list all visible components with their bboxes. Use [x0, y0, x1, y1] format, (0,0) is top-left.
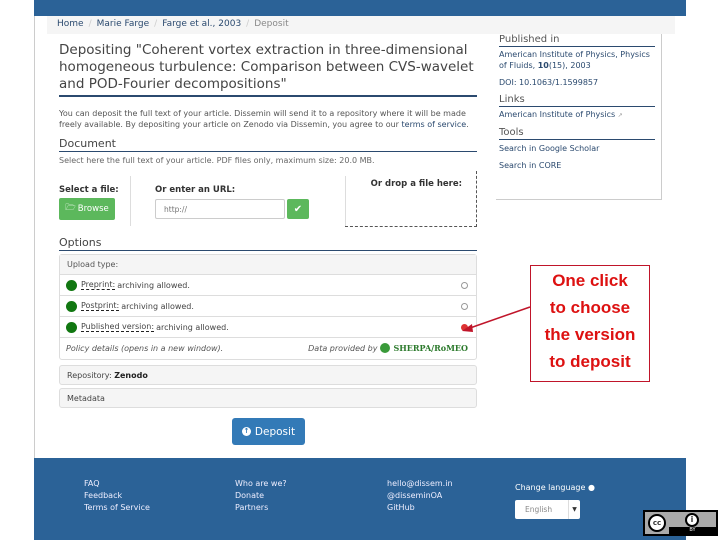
callout-line: to deposit [549, 352, 631, 371]
tools-heading: Tools [499, 127, 655, 140]
published-in-heading: Published in [499, 34, 655, 47]
footer-col-help: FAQ Feedback Terms of Service [84, 478, 150, 514]
metadata-panel[interactable]: Metadata [59, 388, 477, 408]
google-scholar-link[interactable]: Search in Google Scholar [499, 143, 655, 154]
deposit-button[interactable]: ↑ Deposit [232, 418, 305, 445]
page-title: Depositing "Coherent vortex extraction i… [59, 42, 477, 97]
status-dot-icon [66, 300, 77, 312]
attribution-icon: i [685, 513, 699, 527]
core-link[interactable]: Search in CORE [499, 160, 655, 171]
github-link[interactable]: GitHub [387, 502, 453, 514]
upload-type-panel: Upload type: Preprint: archiving allowed… [59, 254, 477, 360]
publisher-link[interactable]: American Institute of Physics ↗ [499, 109, 655, 121]
external-link-icon: ↗ [617, 112, 623, 119]
language-value: English [525, 505, 553, 514]
partners-link[interactable]: Partners [235, 502, 287, 514]
footer: FAQ Feedback Terms of Service Who are we… [34, 458, 686, 540]
page-container: Home / Marie Farge / Farge et al., 2003/Depo… [34, 16, 686, 458]
terms-of-service-link[interactable]: terms of service [402, 120, 467, 129]
repository-value: Zenodo [114, 371, 148, 380]
callout-line: One click [552, 271, 628, 290]
cc-by-license-badge: cc i BY [643, 510, 718, 536]
provided-by-label: Data provided by [308, 343, 378, 353]
chevron-down-icon: ▼ [568, 500, 580, 519]
version-radio[interactable] [461, 302, 468, 310]
file-dropzone[interactable]: Or drop a file here: [345, 171, 477, 227]
annotation-callout: One click to choose the version to depos… [530, 265, 650, 382]
breadcrumb-paper[interactable]: Farge et al., 2003 [162, 19, 241, 29]
metadata-label: Metadata [67, 394, 105, 403]
browse-button[interactable]: 🗁 Browse [59, 198, 115, 220]
publisher-link-label: American Institute of Physics [499, 110, 616, 119]
document-description: Select here the full text of your articl… [59, 156, 375, 165]
url-input[interactable] [155, 199, 285, 219]
donate-link[interactable]: Donate [235, 490, 287, 502]
language-select[interactable]: English ▼ [515, 500, 580, 519]
who-are-we-link[interactable]: Who are we? [235, 478, 287, 490]
links-heading: Links [499, 94, 655, 107]
deposit-label: Deposit [254, 425, 296, 438]
repository-panel[interactable]: Repository: Zenodo [59, 365, 477, 385]
policy-row: Policy details (opens in a new window). … [60, 338, 476, 358]
upload-type-label: Upload type: [60, 255, 476, 275]
document-heading: Document [59, 137, 477, 152]
policy-details-link[interactable]: Policy details (opens in a new window). [66, 344, 223, 353]
twitter-link[interactable]: @disseminOA [387, 490, 453, 502]
breadcrumb-home[interactable]: Home [57, 19, 84, 29]
publication-issue: (15), 2003 [548, 61, 591, 70]
upload-icon: ↑ [241, 427, 251, 436]
version-option-published[interactable]: Published version: archiving allowed. [60, 317, 476, 338]
options-heading: Options [59, 236, 477, 251]
data-provider: Data provided by SHERPA/RoMEO [308, 343, 468, 353]
version-status: archiving allowed. [117, 280, 190, 290]
provider-name[interactable]: SHERPA/RoMEO [393, 343, 468, 353]
callout-line: the version [544, 325, 636, 344]
footer-col-about: Who are we? Donate Partners [235, 478, 287, 514]
cc-icon: cc [648, 514, 666, 532]
top-navbar [34, 0, 686, 16]
url-submit-button[interactable]: ✔ [287, 199, 309, 219]
footer-col-contact: hello@dissem.in @disseminOA GitHub [387, 478, 453, 514]
breadcrumb-author[interactable]: Marie Farge [97, 19, 150, 29]
check-icon: ✔ [293, 203, 303, 215]
intro-text: You can deposit the full text of your ar… [59, 108, 479, 130]
doi-link[interactable]: DOI: 10.1063/1.1599857 [499, 77, 655, 88]
repository-label: Repository: [67, 371, 112, 380]
breadcrumb-current: Deposit [254, 19, 289, 29]
version-name: Published version: [81, 322, 155, 332]
by-label: BY [669, 527, 716, 534]
globe-icon: ● [587, 483, 595, 492]
sidebar: Published in American Institute of Physi… [496, 34, 662, 200]
breadcrumb: Home / Marie Farge / Farge et al., 2003/Depo… [47, 16, 675, 34]
column-divider [130, 176, 131, 226]
publication-info: American Institute of Physics, Physics o… [499, 49, 655, 71]
callout-line: to choose [549, 298, 631, 317]
select-file-label: Select a file: [59, 185, 119, 195]
sherpa-romeo-logo-icon [380, 343, 391, 353]
feedback-link[interactable]: Feedback [84, 490, 150, 502]
browse-label: Browse [77, 204, 109, 214]
dropzone-label: Or drop a file here: [370, 179, 462, 189]
faq-link[interactable]: FAQ [84, 478, 150, 490]
version-radio[interactable] [461, 281, 468, 289]
change-language-label: Change language ● [515, 483, 595, 492]
version-status: archiving allowed. [156, 322, 229, 332]
version-radio[interactable] [461, 323, 468, 331]
version-status: archiving allowed. [121, 301, 194, 311]
publication-volume: 10 [537, 61, 549, 70]
version-option-preprint[interactable]: Preprint: archiving allowed. [60, 275, 476, 296]
terms-link[interactable]: Terms of Service [84, 502, 150, 514]
intro-end: . [466, 120, 469, 129]
status-dot-icon [66, 279, 77, 291]
status-dot-icon [66, 321, 77, 333]
version-name: Postprint: [81, 301, 120, 311]
folder-open-icon: 🗁 [65, 203, 76, 213]
version-name: Preprint: [81, 280, 116, 290]
version-option-postprint[interactable]: Postprint: archiving allowed. [60, 296, 476, 317]
email-link[interactable]: hello@dissem.in [387, 478, 453, 490]
url-label: Or enter an URL: [155, 185, 236, 195]
change-language-text: Change language [515, 483, 586, 492]
